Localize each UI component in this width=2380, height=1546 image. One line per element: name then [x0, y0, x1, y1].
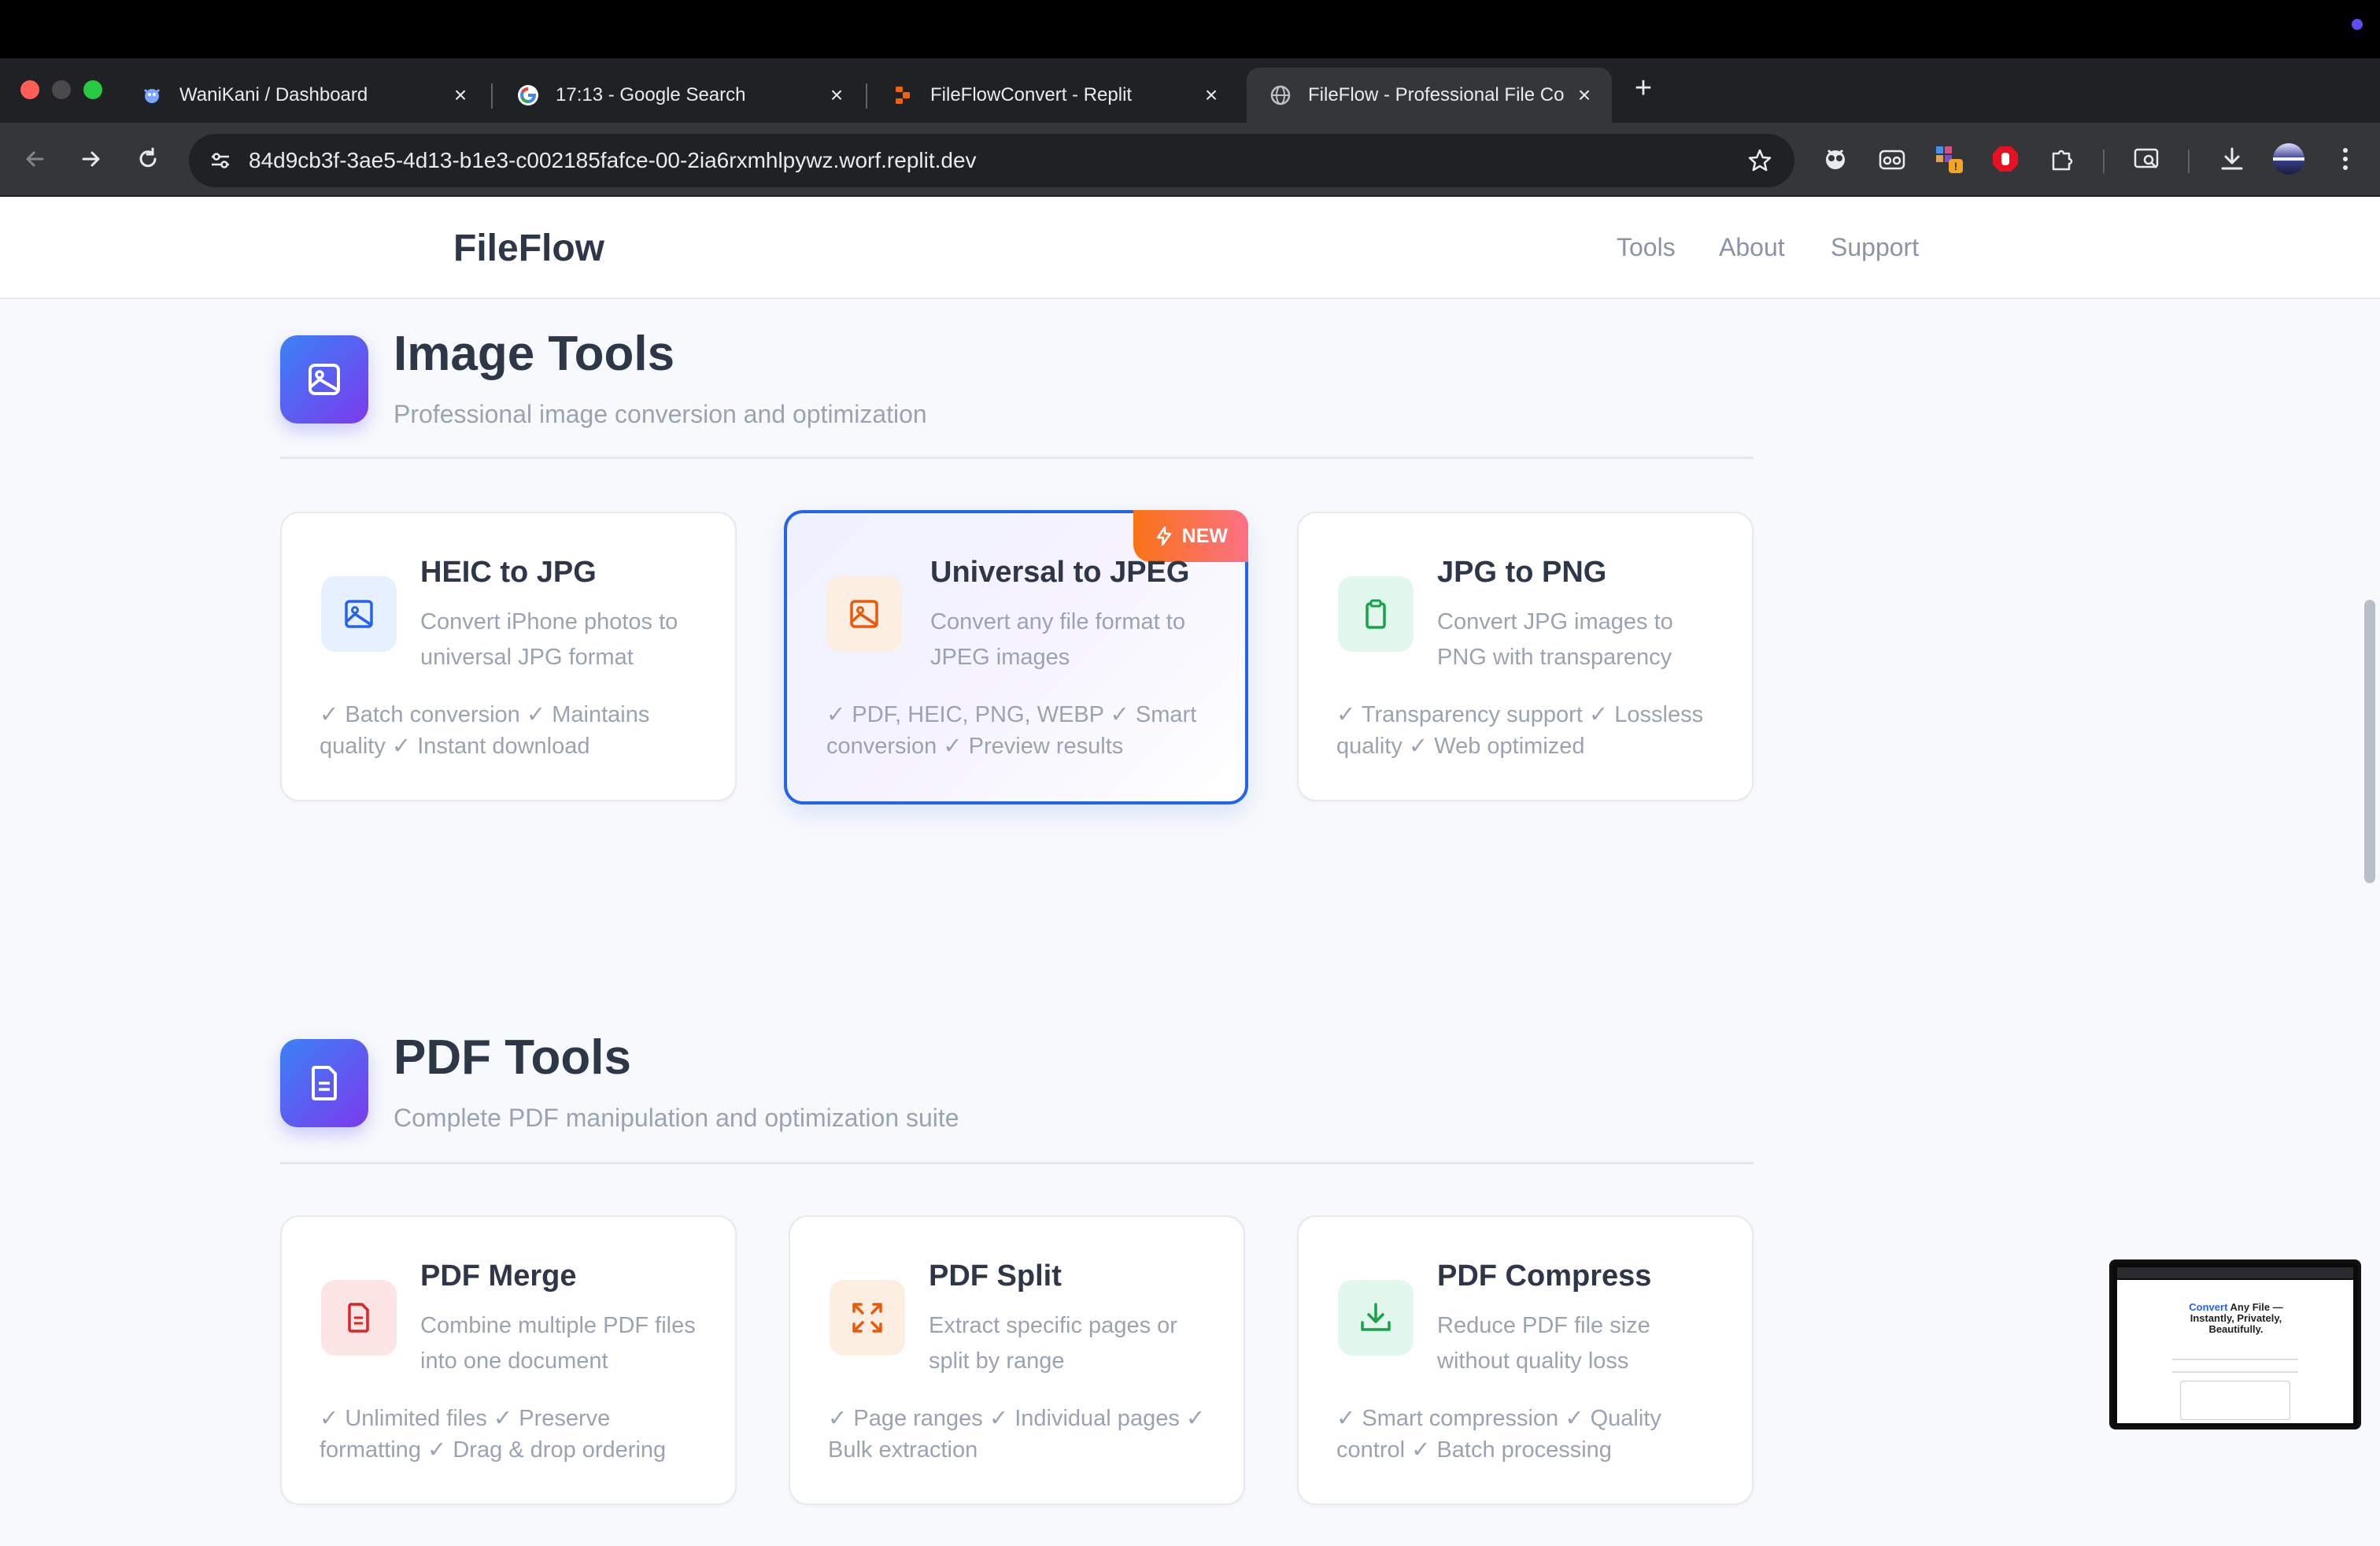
- card-description: Convert iPhone photos to universal JPG f…: [420, 609, 678, 670]
- image-icon: [321, 576, 397, 652]
- tab-title: FileFlow - Professional File Co: [1308, 84, 1565, 105]
- badge-label: NEW: [1181, 524, 1228, 547]
- card-title: PDF Compress: [1437, 1259, 1652, 1293]
- preview-subtitle: [2172, 1359, 2298, 1373]
- download-icon: [1338, 1280, 1414, 1356]
- tab-title: WaniKani / Dashboard: [179, 84, 368, 105]
- pdf-section-title: PDF Tools: [394, 1030, 631, 1085]
- card-description: Convert JPG images to PNG with transpare…: [1437, 609, 1673, 670]
- card-title: HEIC to JPG: [420, 556, 597, 589]
- svg-text:!: !: [1954, 160, 1958, 172]
- lightning-icon: [1156, 526, 1171, 546]
- screen-preview-thumbnail[interactable]: Convert Any File — Instantly, Privately,…: [2109, 1259, 2361, 1429]
- replit-icon: [891, 83, 915, 107]
- tool-card-heic-to-jpg[interactable]: HEIC to JPG Convert iPhone photos to uni…: [280, 512, 737, 801]
- tab-search-icon[interactable]: [2128, 140, 2166, 178]
- card-features: ✓ Page ranges ✓ Individual pages ✓ Bulk …: [828, 1406, 1206, 1463]
- extension-stop-hand-icon[interactable]: [1986, 140, 2024, 178]
- expand-arrows-icon: [830, 1280, 905, 1356]
- nav-link-tools[interactable]: Tools: [1617, 233, 1676, 262]
- minimize-window-button[interactable]: [52, 80, 71, 99]
- card-title: PDF Merge: [420, 1259, 577, 1293]
- close-tab-icon[interactable]: ×: [1572, 83, 1596, 107]
- extension-grid-warning-icon[interactable]: !: [1930, 140, 1968, 178]
- more-menu-icon[interactable]: [2326, 140, 2364, 178]
- image-section-title: Image Tools: [394, 327, 675, 381]
- page-scrollbar[interactable]: [2364, 600, 2375, 883]
- tool-card-pdf-compress[interactable]: PDF Compress Reduce PDF file size withou…: [1297, 1215, 1754, 1505]
- card-description: Extract specific pages or split by range: [929, 1313, 1177, 1374]
- pdf-section-icon: [280, 1039, 368, 1127]
- image-section-subtitle: Professional image conversion and optimi…: [394, 400, 927, 428]
- url-text: 84d9cb3f-3ae5-4d13-b1e3-c002185fafce-00-…: [249, 148, 977, 172]
- card-features: ✓ Transparency support ✓ Lossless qualit…: [1336, 702, 1704, 759]
- close-window-button[interactable]: [20, 80, 39, 99]
- preview-browser-chrome: [2117, 1267, 2353, 1278]
- toolbar-divider: [2188, 150, 2190, 173]
- tab-title: 17:13 - Google Search: [556, 84, 746, 105]
- reload-icon[interactable]: [129, 140, 167, 178]
- image-icon: [826, 576, 902, 652]
- pdf-section-subtitle: Complete PDF manipulation and optimizati…: [394, 1104, 959, 1132]
- extensions-puzzle-icon[interactable]: [2043, 140, 2081, 178]
- tab-separator: [866, 83, 867, 109]
- card-features: ✓ Batch conversion ✓ Maintains quality ✓…: [320, 702, 650, 759]
- extension-glasses-icon[interactable]: [1873, 140, 1911, 178]
- browser-tab-replit[interactable]: FileFlowConvert - Replit ×: [869, 68, 1239, 123]
- card-description: Reduce PDF file size without quality los…: [1437, 1313, 1650, 1374]
- browser-tab-wanikani[interactable]: WaniKani / Dashboard ×: [118, 68, 488, 123]
- section-divider: [280, 457, 1754, 459]
- card-description: Convert any file format to JPEG images: [930, 609, 1185, 670]
- status-dot-icon: [2352, 19, 2363, 30]
- card-features: ✓ PDF, HEIC, PNG, WEBP ✓ Smart conversio…: [826, 702, 1197, 759]
- preview-dropzone: [2180, 1381, 2290, 1420]
- image-section-icon: [280, 335, 368, 423]
- browser-tab-strip: WaniKani / Dashboard × 17:13 - Google Se…: [0, 58, 2380, 123]
- tab-title: FileFlowConvert - Replit: [930, 84, 1133, 105]
- fullscreen-window-button[interactable]: [83, 80, 102, 99]
- clipboard-icon: [1338, 576, 1414, 652]
- profile-avatar[interactable]: [2270, 140, 2308, 178]
- tool-card-jpg-to-png[interactable]: JPG to PNG Convert JPG images to PNG wit…: [1297, 512, 1754, 801]
- preview-page: Convert Any File — Instantly, Privately,…: [2117, 1280, 2353, 1423]
- toolbar-divider: [2103, 150, 2105, 173]
- tool-card-universal-to-jpeg[interactable]: NEW Universal to JPEG Convert any file f…: [784, 510, 1248, 804]
- site-settings-icon[interactable]: [201, 142, 239, 179]
- brand-logo[interactable]: FileFlow: [453, 227, 604, 270]
- card-features: ✓ Smart compression ✓ Quality control ✓ …: [1336, 1406, 1661, 1463]
- tool-card-pdf-split[interactable]: PDF Split Extract specific pages or spli…: [789, 1215, 1245, 1505]
- new-badge: NEW: [1133, 510, 1248, 562]
- new-tab-button[interactable]: +: [1628, 72, 1659, 104]
- card-description: Combine multiple PDF files into one docu…: [420, 1313, 696, 1374]
- menu-bar: [0, 0, 2380, 58]
- globe-icon: [1269, 83, 1292, 107]
- site-header: FileFlow Tools About Support: [0, 197, 2380, 299]
- close-tab-icon[interactable]: ×: [825, 83, 848, 107]
- address-bar[interactable]: 84d9cb3f-3ae5-4d13-b1e3-c002185fafce-00-…: [189, 134, 1794, 187]
- preview-hero-text: Convert Any File — Instantly, Privately,…: [2189, 1301, 2283, 1335]
- card-title: Universal to JPEG: [930, 556, 1190, 589]
- nav-link-support[interactable]: Support: [1831, 233, 1919, 262]
- forward-arrow-icon[interactable]: [72, 140, 110, 178]
- card-title: JPG to PNG: [1437, 556, 1607, 589]
- browser-toolbar: 84d9cb3f-3ae5-4d13-b1e3-c002185fafce-00-…: [0, 123, 2380, 197]
- section-divider: [280, 1162, 1754, 1164]
- back-arrow-icon[interactable]: [16, 140, 54, 178]
- close-tab-icon[interactable]: ×: [1199, 83, 1223, 107]
- close-tab-icon[interactable]: ×: [449, 83, 472, 107]
- tab-separator: [491, 83, 493, 109]
- card-features: ✓ Unlimited files ✓ Preserve formatting …: [320, 1406, 667, 1463]
- google-g-icon: [516, 83, 540, 107]
- card-title: PDF Split: [929, 1259, 1062, 1293]
- download-icon[interactable]: [2213, 140, 2251, 178]
- browser-tab-google-search[interactable]: 17:13 - Google Search ×: [494, 68, 864, 123]
- wanikani-crab-icon: [140, 83, 164, 107]
- tool-card-pdf-merge[interactable]: PDF Merge Combine multiple PDF files int…: [280, 1215, 737, 1505]
- extension-owl-icon[interactable]: [1816, 140, 1854, 178]
- nav-link-about[interactable]: About: [1719, 233, 1785, 262]
- browser-tab-fileflow[interactable]: FileFlow - Professional File Co ×: [1247, 68, 1612, 123]
- document-icon: [321, 1280, 397, 1356]
- bookmark-star-icon[interactable]: [1741, 142, 1779, 179]
